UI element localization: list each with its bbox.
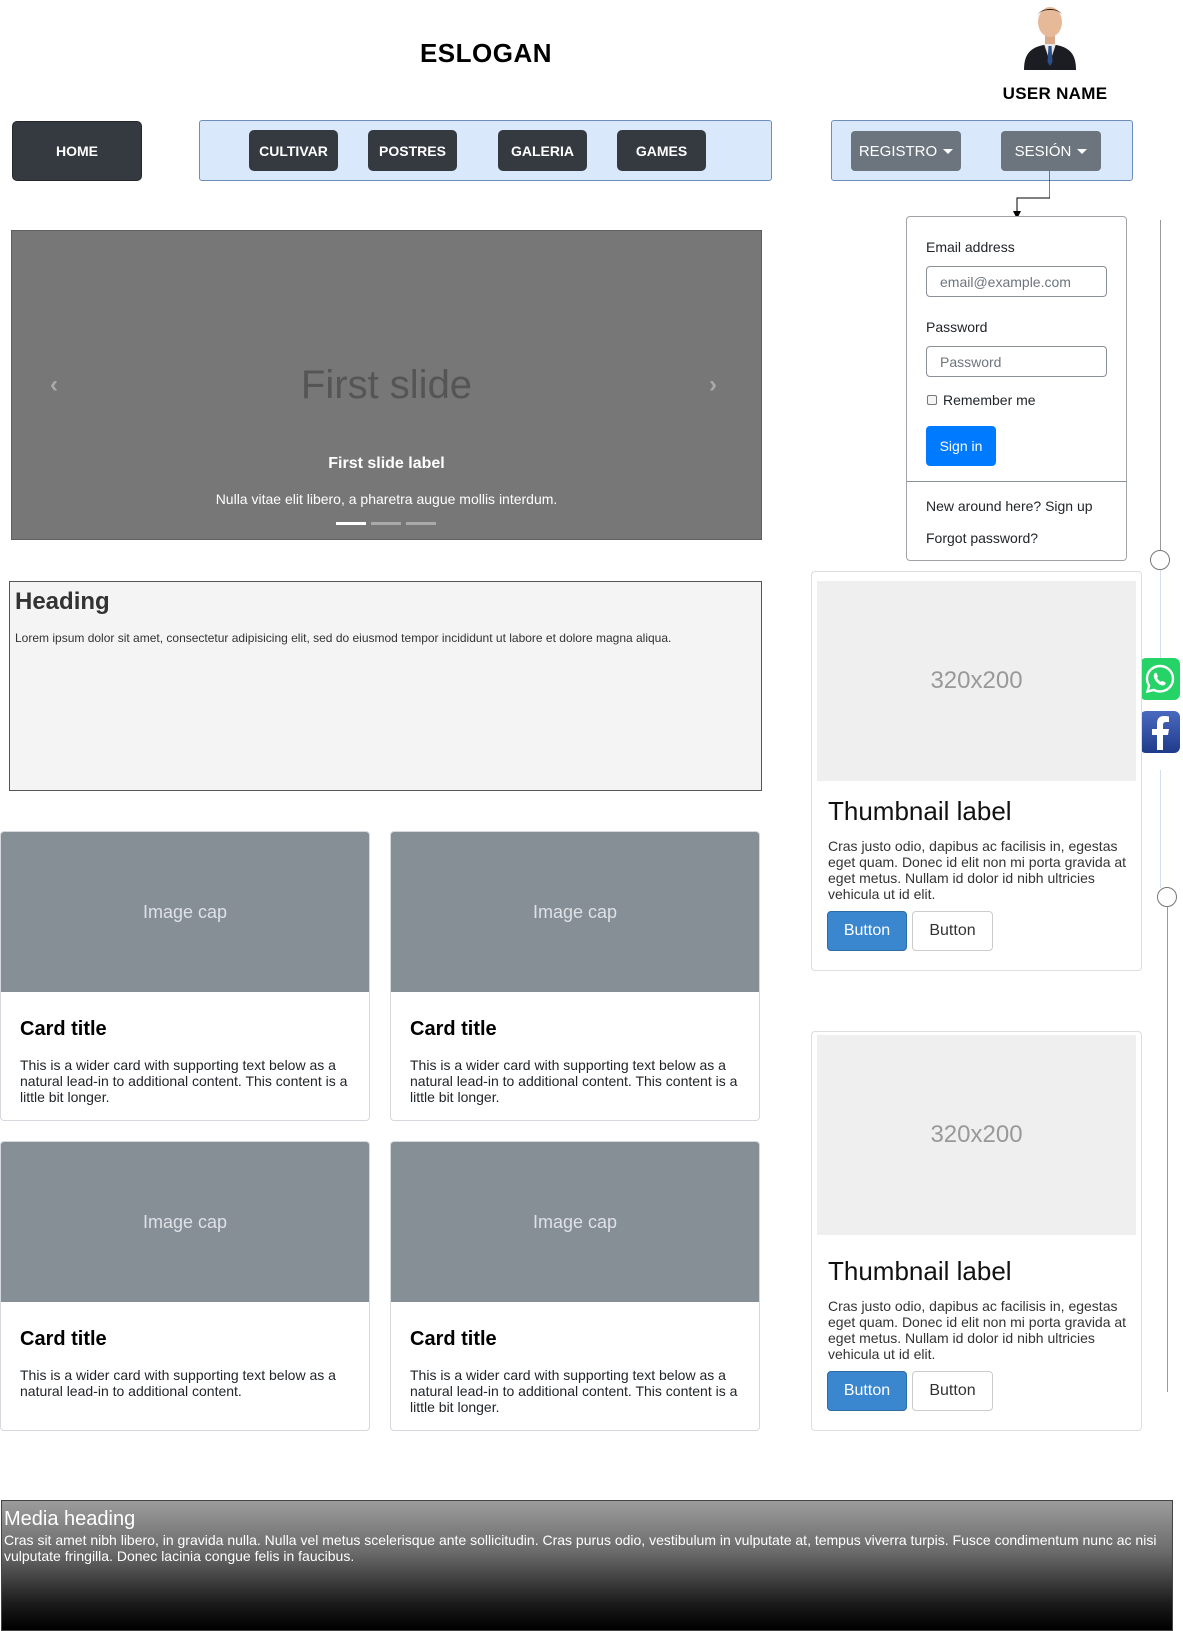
heading-text: Lorem ipsum dolor sit amet, consectetur … (15, 631, 672, 645)
card-title: Card title (20, 1018, 107, 1040)
thumbnail-label: Thumbnail label (828, 1256, 1012, 1286)
thumbnail-image: 320x200 (817, 581, 1136, 781)
password-label: Password (926, 319, 988, 335)
thumbnail-default-button[interactable]: Button (912, 1371, 993, 1411)
card: Image cap Card title This is a wider car… (0, 831, 370, 1121)
dropdown-divider (907, 481, 1126, 482)
thumbnail-default-button[interactable]: Button (912, 911, 993, 951)
card-title: Card title (410, 1018, 497, 1040)
card-title: Card title (20, 1328, 107, 1350)
email-input[interactable]: email@example.com (926, 266, 1107, 297)
home-button[interactable]: HOME (12, 121, 142, 181)
slide-label: First slide label (328, 455, 445, 472)
remember-me-label: Remember me (943, 392, 1036, 408)
scroll-rail-bottom (1167, 907, 1168, 1392)
forgot-password-link[interactable]: Forgot password? (926, 530, 1038, 546)
sesion-label: SESIÓN (1014, 142, 1072, 160)
nav-postres-button[interactable]: POSTRES (368, 130, 457, 171)
sesion-dropdown-button[interactable]: SESIÓN (1001, 131, 1101, 171)
card: Image cap Card title This is a wider car… (0, 1141, 370, 1431)
nav-galeria-button[interactable]: GALERIA (498, 130, 587, 171)
media-object: Media heading Cras sit amet nibh libero,… (1, 1500, 1173, 1631)
slide-placeholder-text: First slide (300, 363, 473, 407)
card-text: This is a wider card with supporting tex… (20, 1367, 336, 1399)
registro-label: REGISTRO (858, 142, 938, 160)
slide-caption: Nulla vitae elit libero, a pharetra augu… (215, 491, 558, 507)
thumbnail-primary-button[interactable]: Button (827, 911, 907, 951)
nav-games-button[interactable]: GAMES (617, 130, 706, 171)
chevron-left-icon[interactable]: ‹ (50, 371, 58, 399)
card-image-cap: Image cap (391, 832, 759, 992)
password-input[interactable]: Password (926, 346, 1107, 377)
login-dropdown-panel: Email address email@example.com Password… (906, 216, 1127, 561)
sign-in-button[interactable]: Sign in (926, 426, 996, 466)
chevron-right-icon[interactable]: › (709, 371, 717, 399)
caret-down-icon (1077, 148, 1088, 154)
thumbnail: 320x200 Thumbnail label Cras justo odio,… (811, 571, 1142, 971)
remember-me-checkbox[interactable] (927, 395, 937, 405)
caret-down-icon (943, 148, 954, 154)
thumbnail-text: Cras justo odio, dapibus ac facilisis in… (828, 838, 1127, 902)
media-text: Cras sit amet nibh libero, in gravida nu… (4, 1532, 1157, 1564)
user-avatar-icon[interactable] (1020, 2, 1080, 70)
card-text: This is a wider card with supporting tex… (410, 1367, 738, 1415)
scroll-knob-bottom[interactable] (1157, 887, 1177, 907)
nav-cultivar-button[interactable]: CULTIVAR (249, 130, 338, 171)
email-label: Email address (926, 239, 1015, 255)
card-image-cap: Image cap (1, 832, 369, 992)
carousel-indicator-2[interactable] (371, 522, 401, 525)
facebook-icon[interactable] (1140, 711, 1180, 753)
card-image-cap: Image cap (391, 1142, 759, 1302)
heading-box: Heading Lorem ipsum dolor sit amet, cons… (9, 581, 762, 791)
media-heading: Media heading (4, 1508, 136, 1530)
card: Image cap Card title This is a wider car… (390, 1141, 760, 1431)
card-image-cap: Image cap (1, 1142, 369, 1302)
carousel-indicator-3[interactable] (406, 522, 436, 525)
scroll-rail-top (1160, 220, 1161, 560)
scroll-knob-top[interactable] (1150, 550, 1170, 570)
scroll-rail-light (1160, 570, 1161, 658)
carousel[interactable]: First slide ‹ › First slide label Nulla … (11, 230, 762, 540)
sign-up-link[interactable]: New around here? Sign up (926, 498, 1093, 514)
carousel-indicator-1[interactable] (336, 522, 366, 525)
card-text: This is a wider card with supporting tex… (410, 1057, 738, 1105)
thumbnail-text: Cras justo odio, dapibus ac facilisis in… (828, 1298, 1127, 1362)
user-name: USER NAME (1002, 84, 1108, 103)
whatsapp-icon[interactable] (1140, 658, 1180, 700)
card: Image cap Card title This is a wider car… (390, 831, 760, 1121)
card-title: Card title (410, 1328, 497, 1350)
thumbnail-label: Thumbnail label (828, 796, 1012, 826)
slogan: ESLOGAN (419, 38, 553, 68)
registro-dropdown-button[interactable]: REGISTRO (851, 131, 961, 171)
thumbnail: 320x200 Thumbnail label Cras justo odio,… (811, 1031, 1142, 1431)
thumbnail-image: 320x200 (817, 1035, 1136, 1235)
card-text: This is a wider card with supporting tex… (20, 1057, 348, 1105)
scroll-rail-light-lower (1160, 770, 1161, 888)
heading-title: Heading (15, 588, 110, 615)
thumbnail-primary-button[interactable]: Button (827, 1371, 907, 1411)
